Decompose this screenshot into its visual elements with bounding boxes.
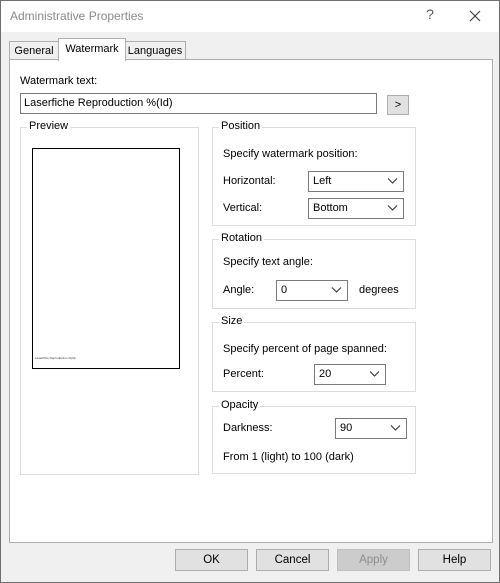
chevron-down-icon: [390, 425, 401, 431]
rotation-title: Rotation: [219, 232, 264, 244]
watermark-text-input[interactable]: Laserfiche Reproduction %(Id): [20, 93, 377, 114]
title-bar: Administrative Properties ?: [1, 1, 499, 32]
percent-select[interactable]: 20: [314, 364, 386, 385]
darkness-label: Darkness:: [223, 422, 273, 434]
angle-value: 0: [281, 284, 288, 296]
help-button[interactable]: Help: [418, 549, 491, 571]
preview-title: Preview: [27, 120, 71, 132]
chevron-down-icon: [331, 287, 342, 293]
position-description: Specify watermark position:: [223, 148, 358, 160]
tab-general[interactable]: General: [9, 41, 59, 60]
opacity-title: Opacity: [219, 399, 261, 411]
horizontal-value: Left: [313, 175, 332, 187]
size-title: Size: [219, 315, 245, 327]
darkness-select[interactable]: 90: [335, 418, 407, 439]
watermark-panel: Watermark text: Laserfiche Reproduction …: [9, 59, 493, 543]
percent-label: Percent:: [223, 368, 264, 380]
size-description: Specify percent of page spanned:: [223, 343, 387, 355]
tab-languages[interactable]: Languages: [124, 41, 186, 60]
angle-select[interactable]: 0: [276, 280, 348, 301]
properties-dialog: Administrative Properties ? General Wate…: [0, 0, 500, 583]
vertical-value: Bottom: [313, 202, 348, 214]
angle-unit: degrees: [359, 284, 399, 296]
preview-page: Laserfiche Reproduction %(Id): [32, 148, 180, 369]
position-group: Position Specify watermark position: Hor…: [212, 120, 416, 226]
rotation-description: Specify text angle:: [223, 256, 313, 268]
chevron-down-icon: [369, 371, 380, 377]
insert-token-button[interactable]: >: [387, 95, 409, 115]
angle-label: Angle:: [223, 284, 255, 296]
preview-watermark-text: Laserfiche Reproduction %(Id): [35, 356, 76, 360]
window-title: Administrative Properties: [10, 9, 144, 23]
tab-watermark[interactable]: Watermark: [58, 38, 126, 61]
chevron-down-icon: [387, 205, 398, 211]
rotation-group: Rotation Specify text angle: Angle: 0 de…: [212, 232, 416, 309]
apply-button[interactable]: Apply: [337, 549, 410, 571]
vertical-label: Vertical:: [223, 202, 263, 214]
size-group: Size Specify percent of page spanned: Pe…: [212, 315, 416, 392]
horizontal-select[interactable]: Left: [308, 171, 404, 192]
close-icon[interactable]: [463, 5, 487, 27]
preview-group: Preview Laserfiche Reproduction %(Id): [20, 120, 199, 475]
ok-button[interactable]: OK: [175, 549, 248, 571]
darkness-hint: From 1 (light) to 100 (dark): [223, 451, 354, 463]
position-title: Position: [219, 120, 263, 132]
vertical-select[interactable]: Bottom: [308, 198, 404, 219]
cancel-button[interactable]: Cancel: [256, 549, 329, 571]
help-icon[interactable]: ?: [423, 6, 437, 22]
chevron-down-icon: [387, 178, 398, 184]
darkness-value: 90: [340, 422, 353, 434]
percent-value: 20: [319, 368, 332, 380]
opacity-group: Opacity Darkness: 90 From 1 (light) to 1…: [212, 399, 416, 474]
horizontal-label: Horizontal:: [223, 175, 276, 187]
watermark-text-label: Watermark text:: [20, 75, 98, 87]
